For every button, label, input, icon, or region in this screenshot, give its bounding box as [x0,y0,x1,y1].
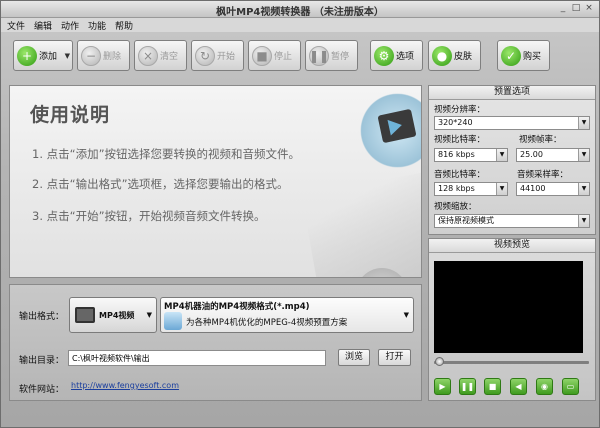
output-dir-label: 输出目录： [19,356,65,366]
format-icon [164,312,182,330]
preview-pause-button[interactable]: ❚❚ [459,378,476,395]
menu-action[interactable]: 动作 [61,19,79,32]
options-button[interactable]: ⚙ 选项 [370,40,423,71]
video-scale-label: 视频缩放： [434,202,477,212]
output-dir-input[interactable] [68,350,326,366]
chevron-down-icon: ▼ [403,311,409,319]
resolution-label: 视频分辨率： [434,105,486,115]
chevron-down-icon: ▼ [578,183,589,195]
menu-help[interactable]: 帮助 [115,19,133,32]
clear-button[interactable]: × 清空 [134,40,187,71]
pause-button[interactable]: ❚❚ 暂停 [305,40,358,71]
decorative-panel [301,169,421,277]
volume-button[interactable]: ◀ [510,378,527,395]
browse-button[interactable]: 浏览 [338,349,370,366]
format-button[interactable]: MP4视频 ▼ [69,297,157,333]
preview-screen [434,261,583,353]
app-window: 枫叶MP4视频转换器 （未注册版本） _ □ × 文件 编辑 动作 功能 帮助 … [0,0,600,428]
frame-rate-select[interactable]: 25.00 ▼ [516,148,590,162]
seek-thumb[interactable] [435,357,444,366]
video-bitrate-select[interactable]: 816 kbps ▼ [434,148,508,162]
x-icon: × [138,45,158,66]
preview-stop-button[interactable]: ■ [484,378,501,395]
open-button[interactable]: 打开 [378,349,411,366]
chevron-down-icon: ▼ [578,117,589,129]
format-description: 为各种MP4机优化的MPEG-4视频预置方案 [186,318,348,328]
menu-function[interactable]: 功能 [88,19,106,32]
stop-icon: ■ [252,45,272,66]
menu-bar: 文件 编辑 动作 功能 帮助 [1,18,599,32]
chevron-down-icon: ▼ [578,215,589,227]
audio-bitrate-select[interactable]: 128 kbps ▼ [434,182,508,196]
delete-button[interactable]: − 删除 [77,40,130,71]
video-film-icon [355,88,421,173]
chevron-down-icon: ▼ [578,149,589,161]
format-dropdown[interactable]: MP4机器油的MP4视频格式(*.mp4) 为各种MP4机优化的MPEG-4视频… [160,297,414,333]
video-preview-title: 视频预览 [429,239,595,253]
menu-edit[interactable]: 编辑 [34,19,52,32]
website-link[interactable]: http://www.fengyesoft.com [71,381,179,390]
seek-bar[interactable] [434,361,589,364]
snapshot-button[interactable]: ◉ [536,378,553,395]
frame-rate-label: 视频帧率： [519,135,562,145]
sample-rate-label: 音频采样率： [517,170,569,180]
sample-rate-select[interactable]: 44100 ▼ [516,182,590,196]
output-format-label: 输出格式： [19,312,65,322]
welcome-step-1: 1. 点击“添加”按钮选择您要转换的视频和音频文件。 [32,147,301,161]
play-icon: ▶ [439,382,446,391]
mp4-player-icon [75,307,95,323]
preset-options-title: 预置选项 [429,86,595,100]
close-button[interactable]: × [583,3,595,14]
video-preview-panel: 视频预览 ▶ ❚❚ ■ ◀ ◉ ▭ [428,238,596,401]
welcome-title: 使用说明 [30,104,111,126]
pause-icon: ❚❚ [460,382,475,391]
volume-icon: ◀ [515,382,522,391]
chevron-down-icon: ▼ [496,149,507,161]
skin-button[interactable]: ● 皮肤 [428,40,481,71]
refresh-icon: ↻ [195,45,215,66]
open-folder-button[interactable]: ▭ [562,378,579,395]
stop-icon: ■ [488,382,497,391]
cart-icon: ✓ [501,45,521,66]
camera-icon: ◉ [541,382,548,391]
options-icon: ⚙ [374,45,394,66]
buy-button[interactable]: ✓ 购买 [497,40,550,71]
video-bitrate-label: 视频比特率： [434,135,486,145]
start-button[interactable]: ↻ 开始 [191,40,244,71]
title-bar: 枫叶MP4视频转换器 （未注册版本） _ □ × [1,1,599,18]
preset-options-panel: 预置选项 视频分辨率： 320*240 ▼ 视频比特率： 视频帧率： 816 kb… [428,85,596,235]
folder-icon: ▭ [566,382,575,391]
add-button[interactable]: + 添加 ▼ [13,40,73,71]
chevron-down-icon[interactable]: ▼ [65,52,70,60]
site-label: 软件网站： [19,385,65,395]
apple-icon: ● [432,45,452,66]
toolbar: + 添加 ▼ − 删除 × 清空 ↻ 开始 ■ 停止 ❚❚ 暂停 ⚙ 选项 ● [5,33,597,78]
stop-button[interactable]: ■ 停止 [248,40,301,71]
play-button[interactable]: ▶ [434,378,451,395]
pause-icon: ❚❚ [309,45,329,66]
plus-icon: + [17,45,37,66]
chevron-down-icon: ▼ [496,183,507,195]
welcome-step-3: 3. 点击“开始”按钮，开始视频音频文件转换。 [32,209,266,223]
menu-file[interactable]: 文件 [7,19,25,32]
welcome-panel: 使用说明 1. 点击“添加”按钮选择您要转换的视频和音频文件。 2. 点击“输出… [9,85,422,278]
output-panel: 输出格式： MP4视频 ▼ MP4机器油的MP4视频格式(*.mp4) 为各种M… [9,284,422,401]
audio-bitrate-label: 音频比特率： [434,170,486,180]
minimize-button[interactable]: _ [557,3,569,14]
resolution-select[interactable]: 320*240 ▼ [434,116,590,130]
welcome-step-2: 2. 点击“输出格式”选项框，选择您要输出的格式。 [32,177,289,191]
chevron-down-icon: ▼ [146,311,152,319]
window-title: 枫叶MP4视频转换器 （未注册版本） [216,7,384,18]
format-name: MP4机器油的MP4视频格式(*.mp4) [164,302,310,312]
maximize-button[interactable]: □ [570,3,582,14]
video-scale-select[interactable]: 保持原视频模式 ▼ [434,214,590,228]
minus-icon: − [81,45,101,66]
